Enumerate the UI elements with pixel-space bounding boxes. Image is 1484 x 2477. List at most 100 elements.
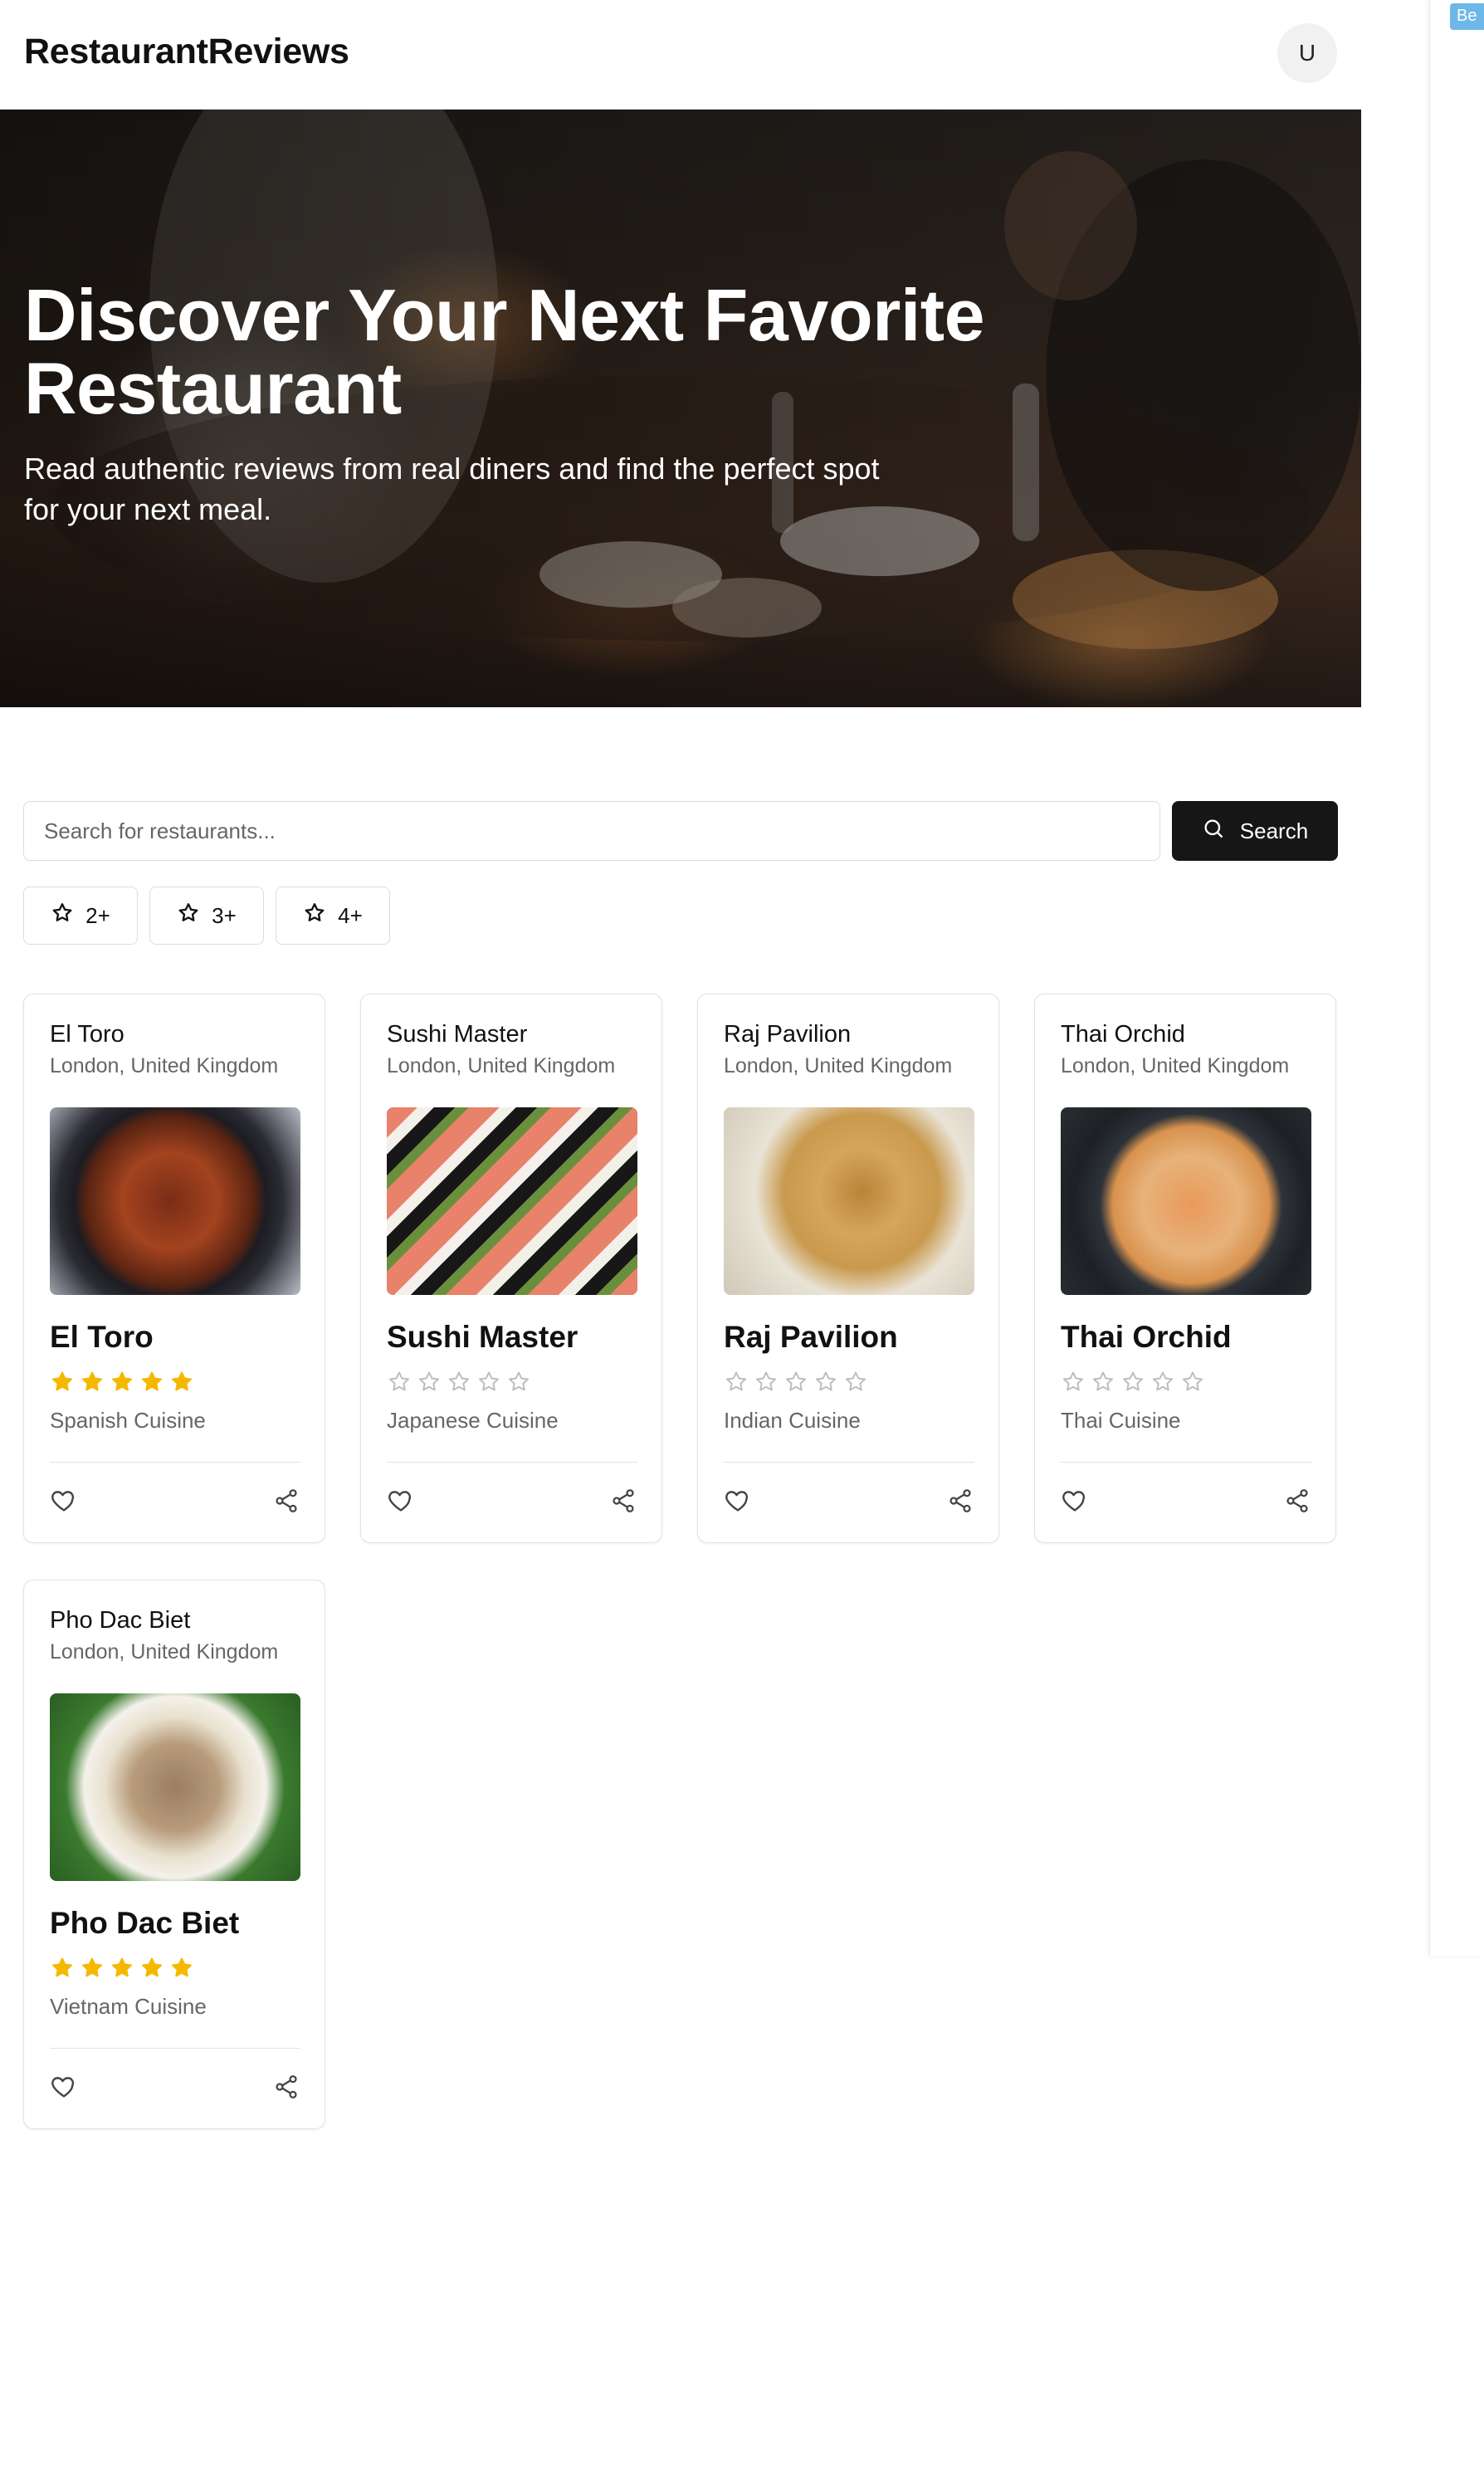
- share-icon: [273, 2074, 300, 2104]
- heart-icon: [724, 1487, 752, 1519]
- restaurant-location: London, United Kingdom: [387, 1054, 616, 1077]
- rating-filter-label: 4+: [338, 902, 363, 928]
- search-button-label: Search: [1239, 818, 1309, 843]
- restaurant-cuisine: Indian Cuisine: [724, 1408, 861, 1433]
- search-input[interactable]: [23, 801, 1160, 861]
- heart-icon: [1061, 1487, 1089, 1519]
- star-outline-icon: [843, 1370, 868, 1399]
- favorite-button[interactable]: [47, 2072, 81, 2105]
- card-divider: [724, 1462, 974, 1463]
- star-filled-icon: [110, 1956, 134, 1985]
- restaurant-photo[interactable]: [50, 1107, 300, 1295]
- restaurant-card-header-name: El Toro: [50, 1021, 124, 1048]
- star-filled-icon: [169, 1370, 194, 1399]
- heart-icon: [50, 1487, 78, 1519]
- hero-title: Discover Your Next Favorite Restaurant: [24, 274, 985, 429]
- restaurant-card-header-name: Raj Pavilion: [724, 1021, 852, 1048]
- restaurant-photo[interactable]: [1061, 1107, 1311, 1295]
- restaurant-photo[interactable]: [387, 1107, 637, 1295]
- top-nav: RestaurantReviews U: [0, 0, 1361, 110]
- restaurant-rating: [1061, 1370, 1205, 1399]
- share-button[interactable]: [270, 1486, 303, 1519]
- star-outline-icon: [1091, 1370, 1115, 1399]
- star-outline-icon: [1061, 1370, 1086, 1399]
- share-icon: [1284, 1488, 1311, 1518]
- card-divider: [387, 1462, 637, 1463]
- share-button[interactable]: [1281, 1486, 1314, 1519]
- brand-logo[interactable]: RestaurantReviews: [24, 32, 349, 72]
- restaurant-location: London, United Kingdom: [1061, 1054, 1290, 1077]
- restaurant-location: London, United Kingdom: [724, 1054, 953, 1077]
- share-icon: [273, 1488, 300, 1518]
- star-outline-icon: [1120, 1370, 1145, 1399]
- star-outline-icon: [1180, 1370, 1205, 1399]
- favorite-button[interactable]: [47, 1486, 81, 1519]
- restaurant-photo[interactable]: [50, 1693, 300, 1881]
- star-outline-icon: [51, 901, 74, 931]
- restaurant-name[interactable]: Sushi Master: [387, 1320, 578, 1355]
- favorite-button[interactable]: [721, 1486, 754, 1519]
- page: RestaurantReviews U Discover Your Next F…: [0, 0, 1484, 2477]
- restaurant-cuisine: Spanish Cuisine: [50, 1408, 206, 1433]
- share-icon: [610, 1488, 637, 1518]
- star-outline-icon: [417, 1370, 442, 1399]
- star-outline-icon: [387, 1370, 412, 1399]
- star-filled-icon: [110, 1370, 134, 1399]
- favorite-button[interactable]: [1058, 1486, 1091, 1519]
- share-button[interactable]: [607, 1486, 640, 1519]
- side-panel-badge[interactable]: Be: [1450, 3, 1484, 30]
- star-outline-icon: [447, 1370, 471, 1399]
- star-filled-icon: [50, 1370, 75, 1399]
- restaurant-name[interactable]: Pho Dac Biet: [50, 1906, 239, 1941]
- star-outline-icon: [476, 1370, 501, 1399]
- rating-filter-3[interactable]: 3+: [149, 887, 264, 945]
- side-panel: [1429, 0, 1484, 1956]
- hero-banner: Discover Your Next Favorite Restaurant R…: [0, 110, 1361, 707]
- restaurant-card[interactable]: Pho Dac Biet London, United Kingdom Pho Da…: [23, 1580, 325, 2129]
- restaurant-cuisine: Japanese Cuisine: [387, 1408, 559, 1433]
- star-filled-icon: [50, 1956, 75, 1985]
- star-outline-icon: [783, 1370, 808, 1399]
- restaurant-card[interactable]: Sushi Master London, United Kingdom Sushi …: [360, 994, 662, 1543]
- favorite-button[interactable]: [384, 1486, 417, 1519]
- restaurant-rating: [387, 1370, 531, 1399]
- heart-icon: [387, 1487, 415, 1519]
- star-outline-icon: [754, 1370, 779, 1399]
- star-outline-icon: [506, 1370, 531, 1399]
- star-outline-icon: [177, 901, 200, 931]
- share-icon: [947, 1488, 974, 1518]
- search-button[interactable]: Search: [1172, 801, 1338, 861]
- restaurant-card[interactable]: Thai Orchid London, United Kingdom Thai Or…: [1034, 994, 1336, 1543]
- star-outline-icon: [724, 1370, 749, 1399]
- star-filled-icon: [80, 1370, 105, 1399]
- restaurant-name[interactable]: Raj Pavilion: [724, 1320, 898, 1355]
- share-button[interactable]: [270, 2072, 303, 2105]
- rating-filter-4[interactable]: 4+: [276, 887, 390, 945]
- restaurant-cuisine: Vietnam Cuisine: [50, 1994, 207, 2019]
- restaurant-photo[interactable]: [724, 1107, 974, 1295]
- rating-filter-2[interactable]: 2+: [23, 887, 138, 945]
- card-divider: [1061, 1462, 1311, 1463]
- star-outline-icon: [813, 1370, 838, 1399]
- restaurant-card[interactable]: El Toro London, United Kingdom El Toro Span…: [23, 994, 325, 1543]
- rating-filter-label: 3+: [212, 902, 237, 928]
- card-divider: [50, 2048, 300, 2049]
- restaurant-name[interactable]: Thai Orchid: [1061, 1320, 1232, 1355]
- star-filled-icon: [80, 1956, 105, 1985]
- star-filled-icon: [139, 1956, 164, 1985]
- restaurant-location: London, United Kingdom: [50, 1640, 279, 1664]
- rating-filter-label: 2+: [85, 902, 110, 928]
- share-button[interactable]: [944, 1486, 977, 1519]
- search-icon: [1202, 817, 1225, 846]
- restaurant-name[interactable]: El Toro: [50, 1320, 154, 1355]
- star-filled-icon: [169, 1956, 194, 1985]
- heart-icon: [50, 2073, 78, 2105]
- restaurant-rating: [50, 1370, 194, 1399]
- restaurant-cuisine: Thai Cuisine: [1061, 1408, 1181, 1433]
- star-outline-icon: [303, 901, 326, 931]
- user-avatar[interactable]: U: [1277, 23, 1337, 83]
- restaurant-card[interactable]: Raj Pavilion London, United Kingdom Raj Pa…: [697, 994, 999, 1543]
- restaurant-location: London, United Kingdom: [50, 1054, 279, 1077]
- restaurant-rating: [50, 1956, 194, 1985]
- star-outline-icon: [1150, 1370, 1175, 1399]
